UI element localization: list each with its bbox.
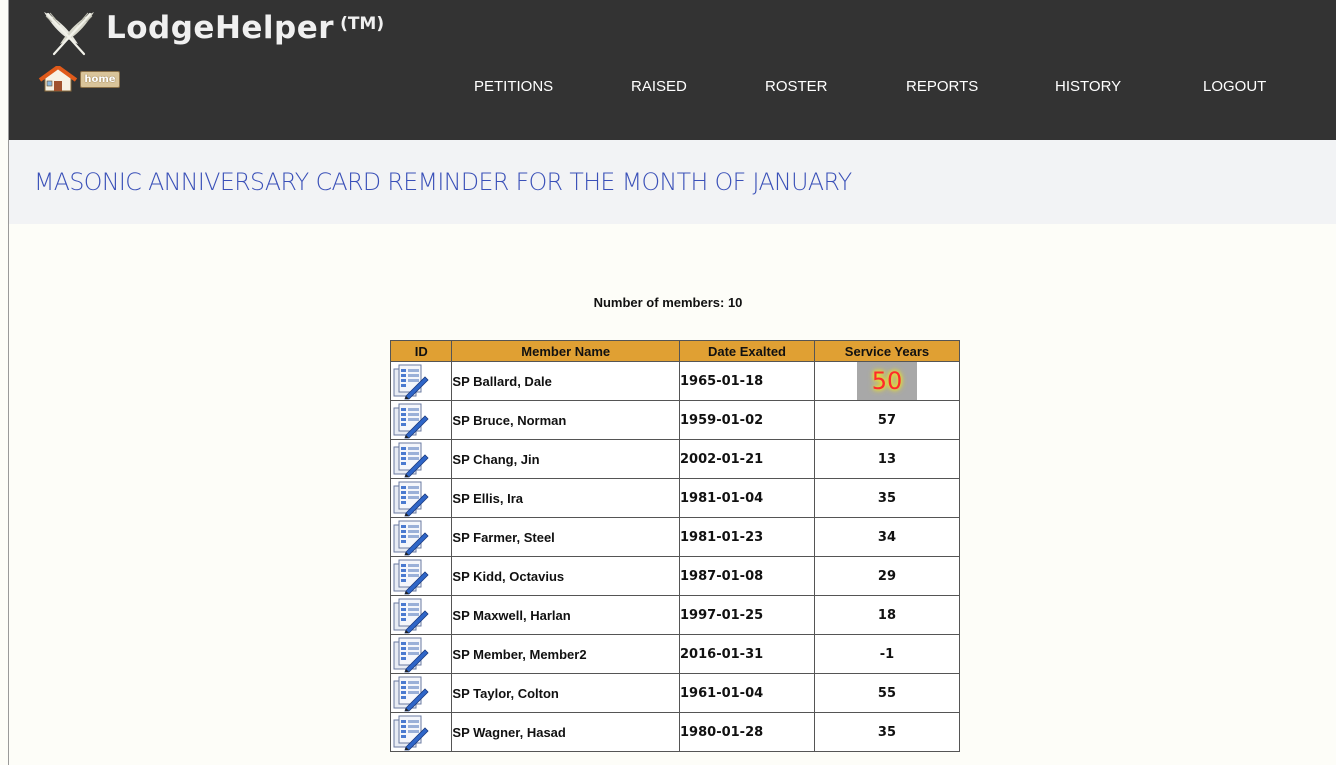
brand-tm: (TM) <box>340 14 385 34</box>
date-exalted: 2002-01-21 <box>679 439 815 479</box>
col-header-date-exalted: Date Exalted <box>679 340 815 362</box>
date-exalted: 1981-01-23 <box>679 517 815 557</box>
nav-history[interactable]: HISTORY <box>1055 78 1121 95</box>
date-exalted: 1981-01-04 <box>679 478 815 518</box>
service-years: 18 <box>813 595 961 635</box>
edit-document-icon[interactable] <box>391 401 431 439</box>
table-row: SP Kidd, Octavius 1987-01-08 29 <box>389 556 961 596</box>
member-name: SP Bruce, Norman <box>451 400 681 440</box>
brand-title: LodgeHelper (TM) <box>106 10 384 46</box>
service-years: 13 <box>813 439 961 479</box>
member-name: SP Wagner, Hasad <box>451 712 681 752</box>
table-row: SP Chang, Jin 2002-01-21 13 <box>389 439 961 479</box>
table-row: SP Wagner, Hasad 1980-01-28 35 <box>389 712 961 752</box>
nav-roster[interactable]: ROSTER <box>765 78 828 95</box>
service-years: 35 <box>813 712 961 752</box>
edit-document-icon[interactable] <box>391 674 431 712</box>
member-name: SP Farmer, Steel <box>451 517 681 557</box>
table-row: SP Ballard, Dale 1965-01-18 50 <box>389 361 961 401</box>
edit-document-icon[interactable] <box>391 479 431 517</box>
date-exalted: 1987-01-08 <box>679 556 815 596</box>
date-exalted: 1961-01-04 <box>679 673 815 713</box>
date-exalted: 1965-01-18 <box>679 361 815 401</box>
table-row: SP Farmer, Steel 1981-01-23 34 <box>389 517 961 557</box>
nav-logout[interactable]: LOGOUT <box>1203 78 1266 95</box>
col-header-service-years: Service Years <box>813 340 961 362</box>
crossed-quills-icon <box>44 12 94 56</box>
date-exalted: 2016-01-31 <box>679 634 815 674</box>
edit-document-icon[interactable] <box>391 596 431 634</box>
table-row: SP Member, Member2 2016-01-31 -1 <box>389 634 961 674</box>
service-years: 57 <box>813 400 961 440</box>
member-name: SP Kidd, Octavius <box>451 556 681 596</box>
anniversary-table: ID Member Name Date Exalted Service Year… <box>389 340 961 752</box>
col-header-id: ID <box>389 340 453 362</box>
edit-document-icon[interactable] <box>391 713 431 751</box>
edit-document-icon[interactable] <box>391 557 431 595</box>
member-name: SP Member, Member2 <box>451 634 681 674</box>
edit-document-icon[interactable] <box>391 518 431 556</box>
home-button[interactable]: home <box>38 66 122 92</box>
date-exalted: 1959-01-02 <box>679 400 815 440</box>
table-row: SP Taylor, Colton 1961-01-04 55 <box>389 673 961 713</box>
table-row: SP Bruce, Norman 1959-01-02 57 <box>389 400 961 440</box>
edit-document-icon[interactable] <box>391 635 431 673</box>
table-header-row: ID Member Name Date Exalted Service Year… <box>389 340 961 362</box>
service-years: 35 <box>813 478 961 518</box>
service-years: 29 <box>813 556 961 596</box>
member-name: SP Maxwell, Harlan <box>451 595 681 635</box>
house-icon <box>38 66 78 92</box>
member-name: SP Ellis, Ira <box>451 478 681 518</box>
col-header-member-name: Member Name <box>451 340 681 362</box>
member-name: SP Chang, Jin <box>451 439 681 479</box>
date-exalted: 1997-01-25 <box>679 595 815 635</box>
service-years-highlight: 50 <box>856 362 917 400</box>
service-years: 55 <box>813 673 961 713</box>
nav-reports[interactable]: REPORTS <box>906 78 978 95</box>
nav-petitions[interactable]: PETITIONS <box>474 78 553 95</box>
table-row: SP Ellis, Ira 1981-01-04 35 <box>389 478 961 518</box>
date-exalted: 1980-01-28 <box>679 712 815 752</box>
service-years: -1 <box>813 634 961 674</box>
member-name: SP Ballard, Dale <box>451 361 681 401</box>
brand-name: LodgeHelper <box>106 10 335 46</box>
service-years: 34 <box>813 517 961 557</box>
member-name: SP Taylor, Colton <box>451 673 681 713</box>
nav-raised[interactable]: RAISED <box>631 78 687 95</box>
edit-document-icon[interactable] <box>391 440 431 478</box>
home-button-label: home <box>80 71 120 88</box>
member-count: Number of members: 10 <box>593 295 743 310</box>
table-row: SP Maxwell, Harlan 1997-01-25 18 <box>389 595 961 635</box>
edit-document-icon[interactable] <box>391 362 431 400</box>
page-title: MASONIC ANNIVERSARY CARD REMINDER FOR TH… <box>34 168 852 196</box>
